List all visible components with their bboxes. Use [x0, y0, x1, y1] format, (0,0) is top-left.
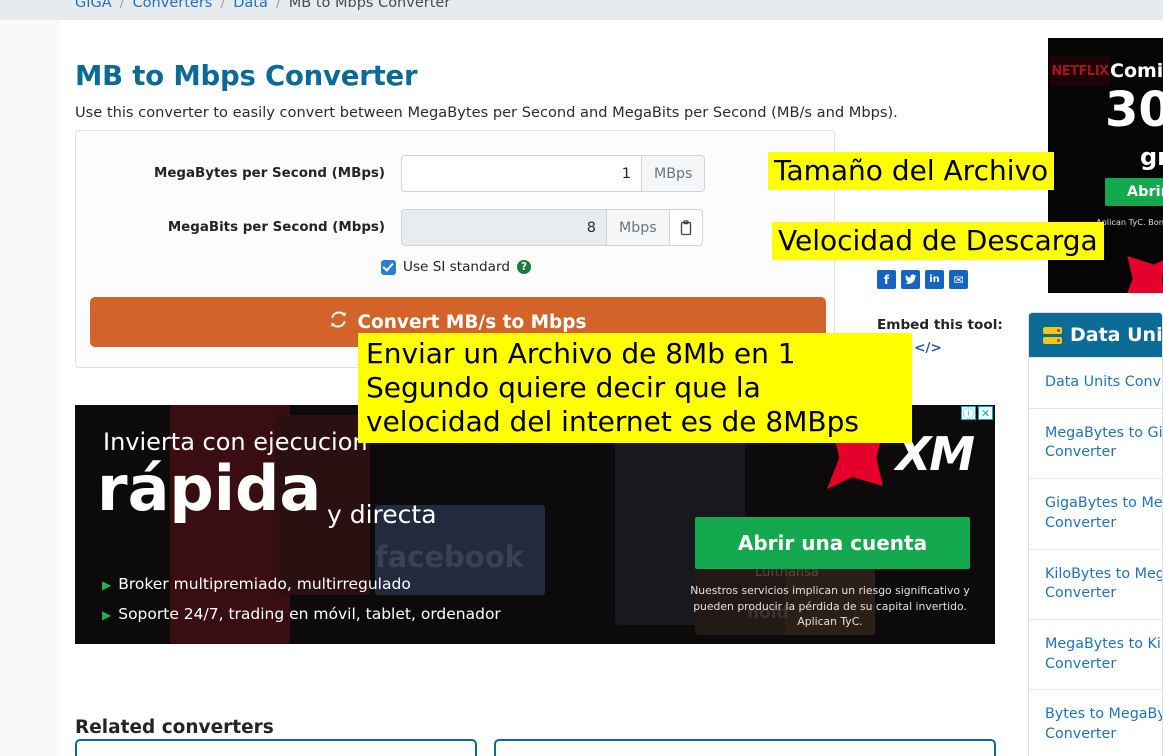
- sidebar-item-label: MegaBytes to Kil: [1045, 636, 1163, 653]
- clipboard-icon[interactable]: [669, 209, 703, 246]
- sidebar-item-label: Bytes to MegaBy: [1045, 706, 1163, 723]
- output-unit-addon: Mbps: [606, 209, 670, 246]
- breadcrumb-separator: /: [275, 0, 281, 11]
- database-icon: [1043, 326, 1062, 344]
- ad-bullet-text: Soporte 24/7, trading en móvil, tablet, …: [118, 605, 501, 623]
- breadcrumb-separator: /: [220, 0, 226, 11]
- ad-headline-line2: rápida: [97, 452, 322, 525]
- ad-close-icon[interactable]: ✕: [978, 406, 993, 420]
- facebook-icon[interactable]: f: [877, 270, 896, 289]
- sidebar-item-label-line2: Converter: [1045, 444, 1117, 461]
- sidebar-item-megabytes-to-gigabytes[interactable]: MegaBytes to Gig Converter: [1029, 407, 1163, 478]
- ad-cta-button[interactable]: Abrir una cuenta: [695, 517, 970, 569]
- breadcrumb-separator: /: [119, 0, 125, 11]
- input-field-label: MegaBytes per Second (MBps): [154, 166, 385, 181]
- help-icon[interactable]: ?: [516, 260, 531, 274]
- input-group-megabytes: MBps: [401, 155, 706, 192]
- sidebar-item-megabytes-to-kilobytes[interactable]: MegaBytes to Kil Converter: [1029, 619, 1162, 689]
- related-converter-card[interactable]: [494, 739, 996, 756]
- ad-sky-headline-line1: Comien: [1110, 60, 1163, 82]
- twitter-icon[interactable]: [901, 270, 920, 289]
- code-icon: </>: [914, 340, 942, 356]
- related-converters-title: Related converters: [75, 717, 274, 739]
- ad-bullet-text: Broker multipremiado, multirregulado: [118, 575, 411, 593]
- page-subtitle: Use this converter to easily convert bet…: [75, 103, 898, 121]
- email-icon[interactable]: ✉: [949, 270, 968, 289]
- linkedin-icon[interactable]: in: [925, 270, 944, 289]
- breadcrumb: GIGA / Converters / Data / MB to Mbps Co…: [0, 0, 1163, 20]
- annotation-download-speed: Velocidad de Descarga: [772, 222, 1104, 261]
- data-unit-sidebar-widget: Data Unit Data Units Conve MegaBytes to …: [1028, 312, 1163, 756]
- embed-tool-title: Embed this tool:: [877, 317, 1003, 333]
- output-field-label: MegaBits per Second (Mbps): [167, 220, 385, 235]
- si-standard-row: Use SI standard ?: [76, 259, 836, 275]
- ad-headline-line3: y directa: [327, 500, 437, 529]
- sidebar-item-gigabytes-to-megabytes[interactable]: GigaBytes to Meg Converter: [1029, 478, 1162, 548]
- input-group-megabits: Mbps: [401, 209, 703, 246]
- ad-sky-cta-button[interactable]: Abrir u: [1105, 178, 1163, 206]
- sidebar-item-bytes-to-megabytes[interactable]: Bytes to MegaBy Converter: [1029, 689, 1162, 756]
- ad-badges: ⓘ ✕: [961, 406, 993, 420]
- ad-netflix-tile: NETFLIX: [1050, 56, 1110, 86]
- sidebar-item-label-line2: Converter: [1045, 585, 1117, 602]
- sidebar-header-label: Data Unit: [1070, 324, 1163, 346]
- sidebar-item-data-units-converter[interactable]: Data Units Conve: [1029, 357, 1162, 408]
- share-icons-row: f in ✉: [877, 270, 968, 289]
- sidebar-header: Data Unit: [1029, 313, 1162, 357]
- annotation-explanation: Enviar un Archivo de 8Mb en 1 Segundo qu…: [358, 333, 912, 444]
- convert-button-label: Convert MB/s to Mbps: [357, 311, 587, 333]
- ad-info-icon[interactable]: ⓘ: [961, 406, 976, 420]
- ad-disclaimer: Nuestros servicios implican un riesgo si…: [690, 584, 970, 629]
- sidebar-item-label: Data Units Conve: [1045, 374, 1163, 390]
- sidebar-item-kilobytes-to-megabytes[interactable]: KiloBytes to Meg Converter: [1029, 548, 1163, 619]
- triangle-bullet-icon: ▶: [102, 578, 112, 592]
- megabytes-input[interactable]: [401, 155, 641, 192]
- ad-sky-headline-line2: 30: [1105, 82, 1163, 138]
- triangle-bullet-icon: ▶: [102, 608, 112, 622]
- breadcrumb-item-current: MB to Mbps Converter: [288, 0, 451, 11]
- ad-background-text-facebook: facebook: [375, 540, 524, 574]
- related-converter-card[interactable]: [75, 739, 477, 756]
- input-unit-addon: MBps: [641, 155, 706, 192]
- breadcrumb-item-giga[interactable]: GIGA: [75, 0, 112, 11]
- left-gutter: [0, 20, 60, 756]
- ad-bullet-item: ▶ Soporte 24/7, trading en móvil, tablet,…: [102, 605, 501, 623]
- sidebar-item-label: GigaBytes to Meg: [1045, 495, 1163, 512]
- breadcrumb-item-converters[interactable]: Converters: [133, 0, 213, 11]
- ad-sky-headline-line3: gr: [1140, 143, 1163, 171]
- annotation-file-size: Tamaño del Archivo: [768, 152, 1055, 191]
- si-standard-checkbox[interactable]: [381, 259, 396, 275]
- page-root: GIGA / Converters / Data / MB to Mbps Co…: [0, 0, 1163, 756]
- page-title: MB to Mbps Converter: [75, 60, 418, 93]
- refresh-icon: [329, 310, 348, 334]
- breadcrumb-item-data[interactable]: Data: [233, 0, 268, 11]
- sidebar-item-label: MegaBytes to Gig: [1045, 424, 1163, 441]
- sidebar-item-label-line2: Converter: [1045, 726, 1117, 743]
- sidebar-item-label: KiloBytes to Meg: [1045, 565, 1163, 582]
- input-field-row: MegaBytes per Second (MBps) MBps: [76, 155, 836, 192]
- ad-bull-logo-icon: [1123, 256, 1163, 293]
- megabits-output[interactable]: [401, 209, 606, 246]
- ad-sky-disclaimer: Aplican TyC. Bono n la UE: [1096, 217, 1163, 227]
- output-field-row: MegaBits per Second (Mbps) Mbps: [76, 209, 836, 246]
- ad-bullet-item: ▶ Broker multipremiado, multirregulado: [102, 575, 411, 593]
- si-standard-label: Use SI standard: [403, 259, 510, 275]
- sidebar-item-label-line2: Converter: [1045, 514, 1117, 531]
- sidebar-item-label-line2: Converter: [1045, 655, 1117, 672]
